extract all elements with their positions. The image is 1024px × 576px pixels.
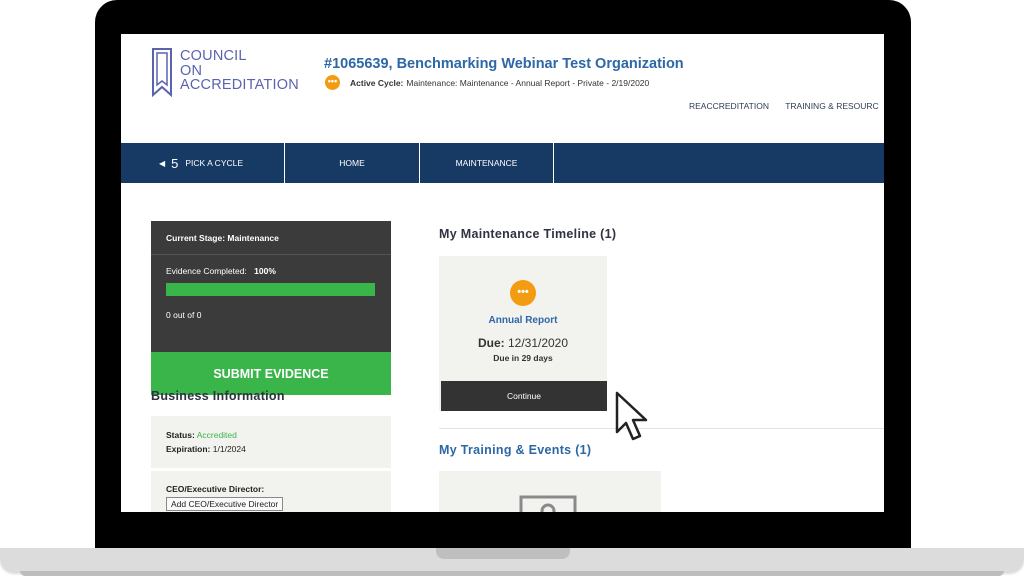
laptop-base-edge <box>20 571 1004 576</box>
business-info-title: Business Information <box>151 389 285 403</box>
tab-maintenance[interactable]: MAINTENANCE <box>420 143 554 183</box>
current-stage: Current Stage: Maintenance <box>151 221 391 255</box>
mouse-cursor-icon <box>615 391 648 441</box>
pick-a-cycle-button[interactable]: ◀ 5 PICK A CYCLE <box>121 143 285 183</box>
expiration-label: Expiration: <box>166 444 211 454</box>
cycle-count: 5 <box>171 155 179 171</box>
expiration-row: Expiration: 1/1/2024 <box>166 444 391 458</box>
nav-link-reaccreditation[interactable]: REACCREDITATION <box>689 101 769 111</box>
stage-panel: Current Stage: Maintenance Evidence Comp… <box>151 221 391 395</box>
evidence-completed: Evidence Completed: 100% <box>166 266 376 276</box>
app-screen: COUNCIL ON ACCREDITATION #1065639, Bench… <box>121 34 884 512</box>
more-icon: ••• <box>510 280 536 306</box>
tab-home[interactable]: HOME <box>285 143 420 183</box>
due-in: Due in 29 days <box>493 353 553 363</box>
timeline-card: ••• Annual Report Due: 12/31/2020 Due in… <box>439 256 607 411</box>
ceo-label: CEO/Executive Director: <box>166 484 265 494</box>
evidence-label: Evidence Completed: <box>166 266 247 276</box>
ceo-card: CEO/Executive Director: Add CEO/Executiv… <box>151 471 391 512</box>
nav-link-training-resources[interactable]: TRAINING & RESOURC <box>785 101 879 111</box>
coa-logo[interactable]: COUNCIL ON ACCREDITATION <box>151 47 299 101</box>
main-navbar: ◀ 5 PICK A CYCLE HOME MAINTENANCE <box>121 143 884 183</box>
timeline-title: My Maintenance Timeline (1) <box>439 227 617 241</box>
training-title: My Training & Events (1) <box>439 443 592 457</box>
status-row: Status: Accredited <box>166 430 391 444</box>
status-badge: Accredited <box>196 430 237 440</box>
evidence-percent: 100% <box>254 266 276 276</box>
organization-title: #1065639, Benchmarking Webinar Test Orga… <box>324 56 684 72</box>
logo-line: ON <box>180 62 203 79</box>
pick-a-cycle-label: PICK A CYCLE <box>185 158 244 168</box>
logo-line: ACCREDITATION <box>180 77 299 93</box>
expiration-value: 1/1/2024 <box>212 444 246 454</box>
logo-mark-icon <box>152 48 172 97</box>
logo-text: COUNCIL ON ACCREDITATION <box>180 49 299 93</box>
evidence-section: Evidence Completed: 100% 0 out of 0 <box>151 255 391 352</box>
active-cycle-label: Active Cycle: <box>350 77 404 88</box>
section-divider <box>439 428 884 429</box>
timeline-item-name[interactable]: Annual Report <box>439 315 607 326</box>
active-cycle-line: ••• Active Cycle: Maintenance: Maintenan… <box>325 75 649 90</box>
continue-button[interactable]: Continue <box>441 381 607 411</box>
training-card[interactable] <box>439 471 661 512</box>
status-label: Status: <box>166 430 195 440</box>
laptop-notch <box>436 548 570 559</box>
evidence-count: 0 out of 0 <box>166 310 202 320</box>
business-status-card: Status: Accredited Expiration: 1/1/2024 <box>151 416 391 468</box>
top-nav: REACCREDITATION TRAINING & RESOURC <box>689 101 884 111</box>
chevron-left-icon: ◀ <box>159 158 166 168</box>
due-date: 12/31/2020 <box>507 336 569 350</box>
timeline-due: Due: 12/31/2020 <box>439 336 607 350</box>
add-ceo-button[interactable]: Add CEO/Executive Director <box>166 497 284 511</box>
due-label: Due: <box>477 336 505 350</box>
more-icon[interactable]: ••• <box>325 75 340 90</box>
active-cycle-value: Maintenance: Maintenance - Annual Report… <box>406 77 650 88</box>
image-placeholder-icon <box>519 495 577 512</box>
logo-line: COUNCIL <box>180 48 247 64</box>
evidence-progress-bar <box>166 283 375 296</box>
